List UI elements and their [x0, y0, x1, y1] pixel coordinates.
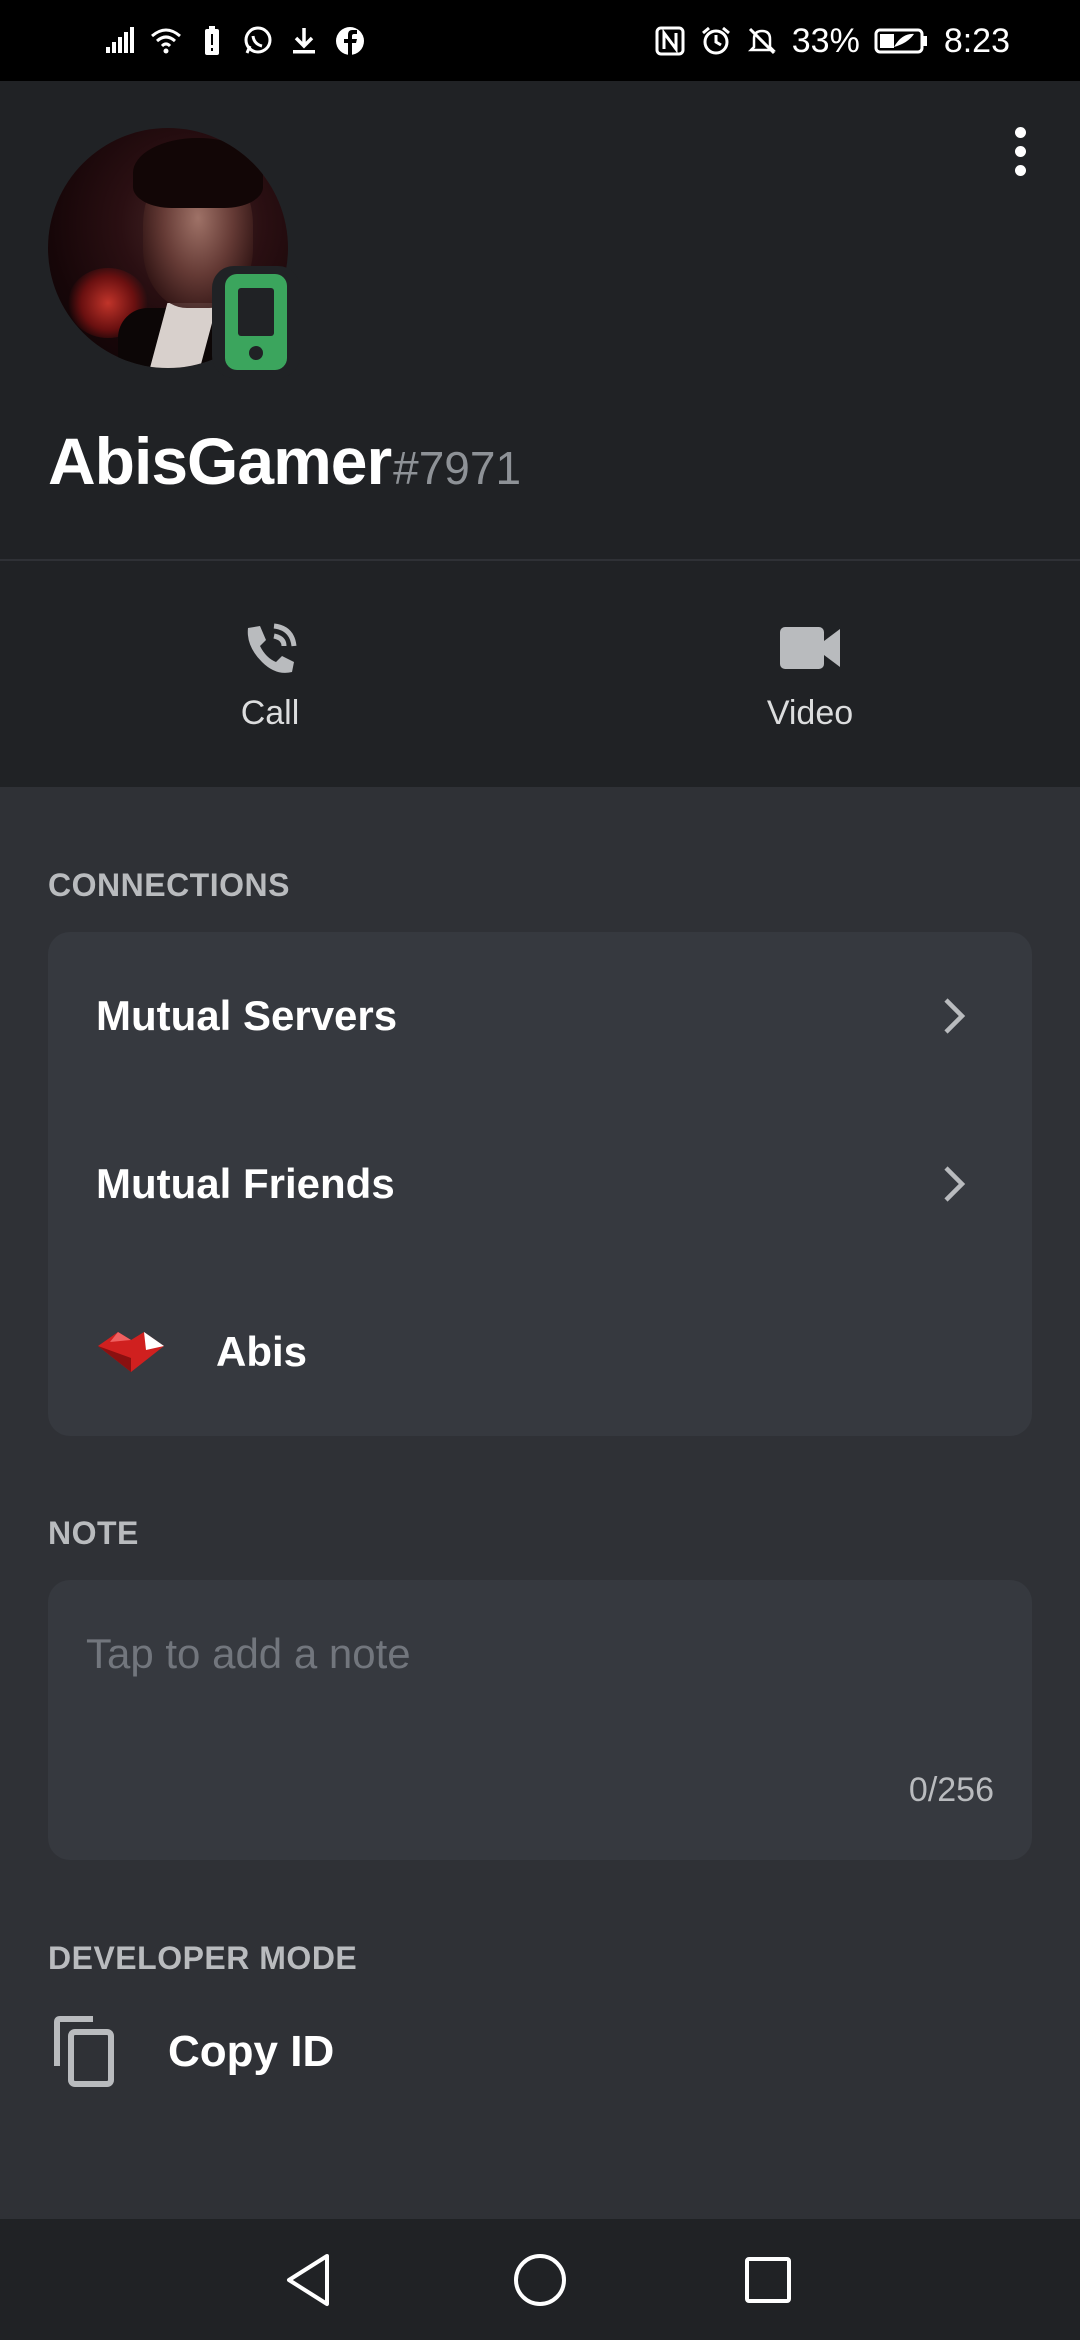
action-row: Call Video [0, 561, 1080, 787]
mutual-servers-row[interactable]: Mutual Servers [48, 932, 1032, 1100]
download-icon [293, 28, 315, 54]
copy-id-button[interactable]: Copy ID [48, 1997, 1032, 2107]
facebook-icon [336, 27, 364, 55]
mute-icon [747, 27, 776, 55]
mutual-friends-row[interactable]: Mutual Friends [48, 1100, 1032, 1268]
connection-service-icon [96, 1322, 166, 1382]
status-bar: 33% 8:23 [0, 0, 1080, 81]
battery-icon [874, 28, 927, 54]
profile-header: AbisGamer #7971 [0, 81, 1080, 559]
mutual-friends-label: Mutual Friends [96, 1160, 395, 1207]
nfc-icon [655, 26, 685, 56]
signal-icon [106, 27, 134, 53]
connected-account-label: Abis [216, 1328, 308, 1375]
connected-account-row[interactable]: Abis [48, 1268, 1032, 1436]
status-bar-right: 33% 8:23 [654, 18, 1010, 64]
home-button[interactable] [480, 2219, 600, 2340]
more-dot-icon [1014, 164, 1026, 176]
copy-icon [48, 2012, 120, 2092]
phone-call-icon [238, 616, 302, 680]
mutual-servers-label: Mutual Servers [96, 992, 398, 1039]
battery-alert-icon [205, 26, 219, 55]
alarm-icon [701, 26, 730, 55]
recent-apps-button[interactable] [708, 2219, 828, 2340]
chevron-right-icon [942, 1100, 966, 1268]
more-dot-icon [1014, 126, 1026, 138]
clock: 8:23 [943, 21, 1010, 60]
profile-content: CONNECTIONS Mutual Servers Mutual Friend… [0, 787, 1080, 2219]
more-dot-icon [1014, 145, 1026, 157]
note-input[interactable]: Tap to add a note 0/256 [48, 1580, 1032, 1860]
username: AbisGamer [48, 424, 392, 498]
mobile-status-icon [212, 266, 300, 378]
copy-id-label: Copy ID [168, 2027, 335, 2076]
call-button[interactable]: Call [0, 561, 540, 787]
connections-title: CONNECTIONS [48, 867, 290, 903]
wifi-icon [151, 28, 181, 54]
home-circle-icon [514, 2253, 566, 2306]
connections-card: Mutual Servers Mutual Friends Abis [48, 932, 1032, 1436]
video-label: Video [766, 693, 854, 732]
back-button[interactable] [248, 2219, 368, 2340]
note-title: NOTE [48, 1515, 139, 1551]
battery-percent: 33% [791, 21, 860, 60]
more-options-button[interactable] [980, 101, 1060, 201]
video-camera-icon [778, 616, 842, 680]
discriminator: #7971 [393, 442, 522, 494]
note-placeholder: Tap to add a note [86, 1630, 411, 1677]
video-button[interactable]: Video [540, 561, 1080, 787]
call-label: Call [240, 693, 300, 732]
whatsapp-icon [244, 26, 272, 54]
chevron-right-icon [942, 932, 966, 1100]
recent-square-icon [745, 2256, 791, 2303]
system-navigation-bar [0, 2219, 1080, 2340]
note-character-count: 0/256 [908, 1771, 994, 1809]
username-row: AbisGamer #7971 [48, 423, 521, 503]
back-triangle-icon [287, 2253, 329, 2306]
status-bar-left [104, 18, 366, 64]
developer-mode-title: DEVELOPER MODE [48, 1940, 358, 1976]
